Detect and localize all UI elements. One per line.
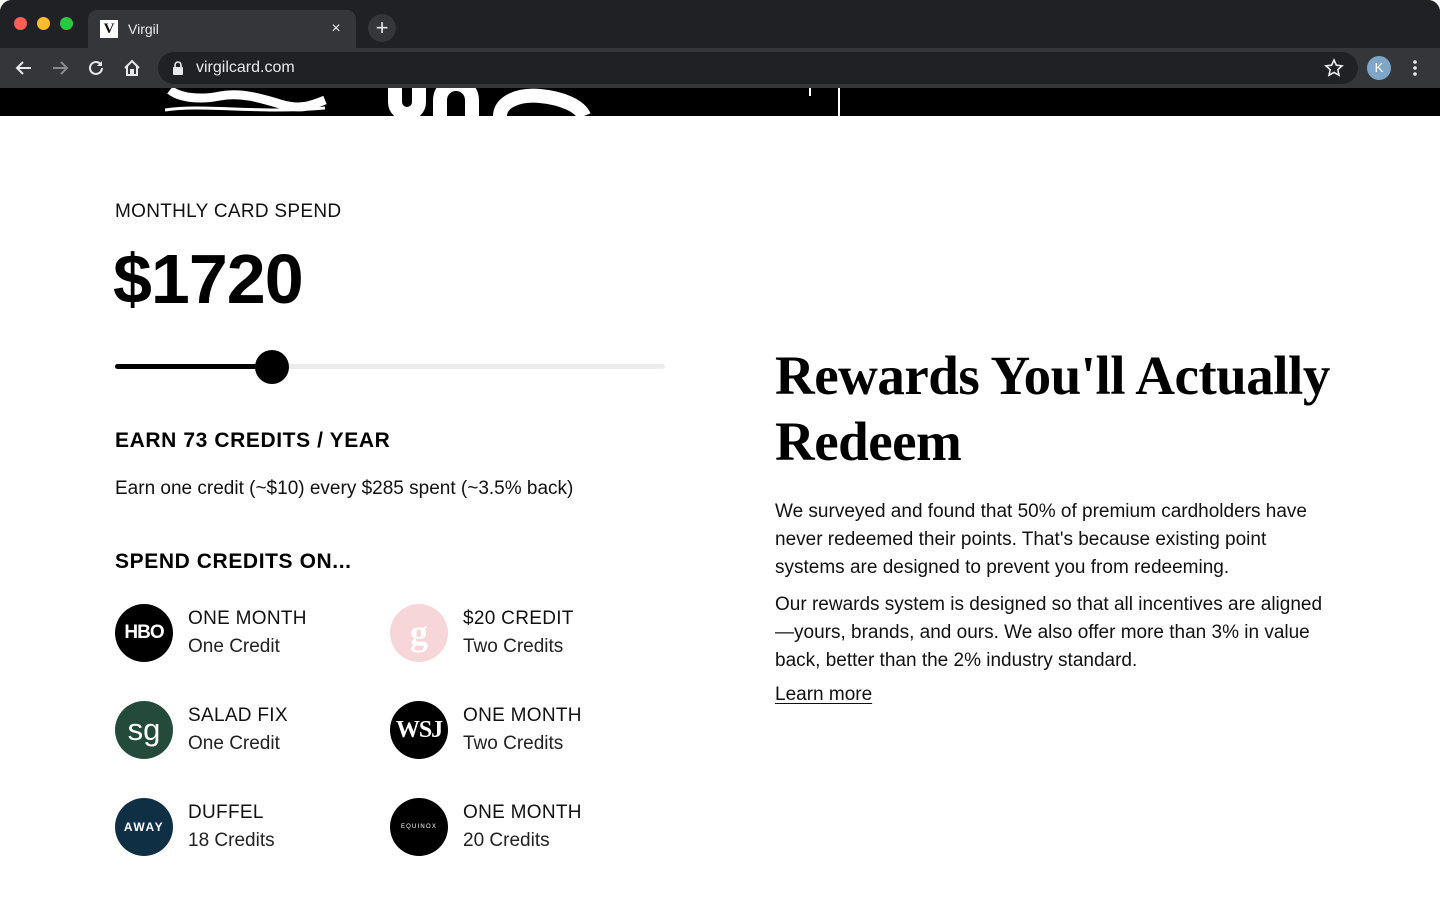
wsj-logo: WSJ <box>390 701 448 759</box>
reload-icon[interactable] <box>84 56 108 80</box>
lock-icon <box>172 61 184 75</box>
browser-chrome: V Virgil × + virgilcard.com K <box>0 0 1440 88</box>
slider-fill <box>115 364 272 369</box>
monthly-spend-label: MONTHLY CARD SPEND <box>115 201 342 222</box>
reward-item-sweetgreen: sg SALAD FIX One Credit <box>115 701 375 761</box>
reward-item-glossier: g $20 CREDIT Two Credits <box>390 604 650 664</box>
hero-artwork <box>164 88 811 116</box>
hero-banner <box>0 88 1440 116</box>
reward-item-hbo: HBO ONE MONTH One Credit <box>115 604 375 664</box>
survey-paragraph: We surveyed and found that 50% of premiu… <box>775 501 1307 578</box>
tab-title: Virgil <box>128 21 159 37</box>
reward-cost: Two Credits <box>463 636 564 657</box>
learn-more-link[interactable]: Learn more <box>775 684 872 706</box>
rewards-system-paragraph: Our rewards system is designed so that a… <box>775 594 1323 671</box>
slider-thumb[interactable] <box>255 350 289 384</box>
glossier-logo: g <box>390 604 448 662</box>
reward-item-wsj: WSJ ONE MONTH Two Credits <box>390 701 650 761</box>
new-tab-button[interactable]: + <box>368 14 396 42</box>
reward-cost: Two Credits <box>463 733 564 754</box>
rewards-headline: Rewards You'll Actually Redeem <box>775 345 1330 472</box>
earn-credits-description: Earn one credit (~$10) every $285 spent … <box>115 478 574 499</box>
profile-avatar[interactable]: K <box>1367 56 1391 80</box>
close-icon[interactable]: × <box>326 19 346 39</box>
reward-cost: 18 Credits <box>188 830 275 851</box>
sweetgreen-logo: sg <box>115 701 173 759</box>
reward-title: SALAD FIX <box>188 705 288 726</box>
browser-toolbar: virgilcard.com K <box>0 48 1440 88</box>
address-bar[interactable]: virgilcard.com <box>158 52 1358 84</box>
reward-title: ONE MONTH <box>463 802 582 823</box>
reward-item-away: AWAY DUFFEL 18 Credits <box>115 798 375 858</box>
reward-title: ONE MONTH <box>463 705 582 726</box>
monthly-spend-amount: $1720 <box>113 240 304 318</box>
home-icon[interactable] <box>120 56 144 80</box>
reward-cost: One Credit <box>188 636 280 657</box>
spend-slider[interactable] <box>115 350 665 384</box>
more-menu-icon[interactable] <box>1405 56 1425 80</box>
reward-item-equinox: EQUINOX ONE MONTH 20 Credits <box>390 798 650 858</box>
browser-tab[interactable]: V Virgil × <box>88 10 356 48</box>
bookmark-star-icon[interactable] <box>1324 58 1344 78</box>
tab-strip: V Virgil × + <box>0 0 1440 48</box>
reward-cost: 20 Credits <box>463 830 550 851</box>
reward-title: DUFFEL <box>188 802 264 823</box>
hero-divider <box>838 88 840 116</box>
reward-cost: One Credit <box>188 733 280 754</box>
spend-credits-heading: SPEND CREDITS ON... <box>115 550 352 573</box>
hbo-logo: HBO <box>115 604 173 662</box>
back-arrow-icon[interactable] <box>12 56 36 80</box>
away-logo: AWAY <box>115 798 173 856</box>
close-window-button[interactable] <box>14 17 27 30</box>
forward-arrow-icon[interactable] <box>48 56 72 80</box>
reward-title: $20 CREDIT <box>463 608 574 629</box>
minimize-window-button[interactable] <box>37 17 50 30</box>
url-text[interactable]: virgilcard.com <box>196 59 295 77</box>
equinox-logo: EQUINOX <box>390 798 448 856</box>
reward-title: ONE MONTH <box>188 608 307 629</box>
earn-credits-heading: EARN 73 CREDITS / YEAR <box>115 429 391 452</box>
maximize-window-button[interactable] <box>60 17 73 30</box>
virgil-favicon-icon: V <box>100 20 118 38</box>
